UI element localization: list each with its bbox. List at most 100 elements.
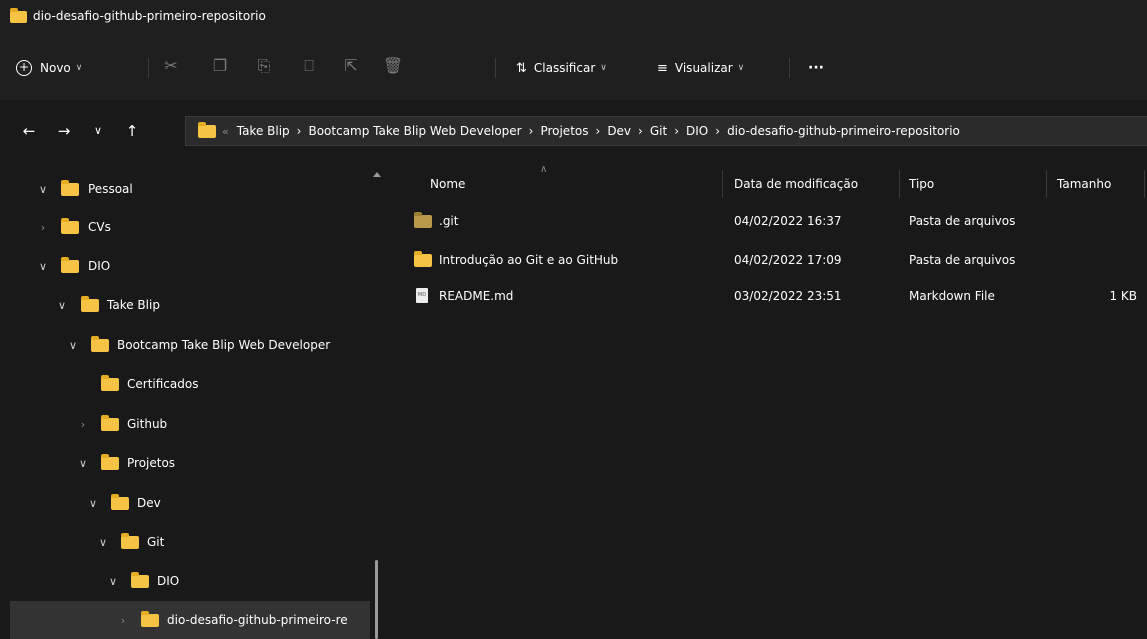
column-divider[interactable] — [1046, 170, 1047, 198]
sort-button[interactable]: ⇅ Classificar ∨ — [516, 54, 607, 82]
sidebar-item-certificados[interactable]: Certificados — [10, 365, 370, 403]
breadcrumb-dev[interactable]: Dev — [607, 124, 631, 138]
sidebar-scrollbar[interactable] — [372, 172, 381, 639]
breadcrumb-current-folder[interactable]: dio-desafio-github-primeiro-repositorio — [727, 124, 960, 138]
command-bar: + Novo ∨ ✂ ❐ ⎘ ⎕ ⇱ 🗑 ⇅ Classificar ∨ ≡ V… — [0, 34, 1147, 101]
breadcrumb-separator-icon[interactable]: › — [529, 124, 534, 138]
sidebar-item-label: Bootcamp Take Blip Web Developer — [117, 338, 331, 352]
sidebar-item-take-blip[interactable]: ∨ Take Blip — [10, 286, 370, 324]
chevron-down-icon[interactable]: ∨ — [36, 260, 50, 273]
sidebar-item-label: Dev — [137, 496, 161, 510]
copy-icon[interactable]: ❐ — [209, 55, 231, 77]
breadcrumb-separator-icon[interactable]: › — [297, 124, 302, 138]
chevron-right-icon[interactable]: › — [36, 221, 50, 234]
sidebar-item-current-repo[interactable]: › dio-desafio-github-primeiro-re — [10, 601, 370, 639]
folder-icon — [131, 572, 149, 588]
chevron-down-icon[interactable]: ∨ — [106, 575, 120, 588]
folder-icon — [198, 121, 216, 138]
file-row[interactable]: .git 04/02/2022 16:37 Pasta de arquivos — [406, 205, 1147, 237]
back-arrow-icon[interactable]: ← — [19, 121, 39, 141]
chevron-down-icon[interactable]: ∨ — [66, 339, 80, 352]
share-icon[interactable]: ⇱ — [340, 55, 362, 77]
sidebar-item-label: DIO — [157, 574, 180, 588]
folder-icon — [141, 611, 159, 627]
sidebar-item-dev[interactable]: ∨ Dev — [10, 484, 370, 522]
forward-arrow-icon[interactable]: → — [54, 121, 74, 141]
chevron-down-icon: ∨ — [75, 63, 83, 73]
delete-icon[interactable]: 🗑 — [382, 55, 404, 77]
sort-ascending-caret-icon: ∧ — [540, 164, 548, 175]
chevron-right-icon[interactable]: › — [76, 418, 90, 431]
breadcrumb-dio[interactable]: DIO — [686, 124, 708, 138]
column-divider[interactable] — [899, 170, 900, 198]
sidebar-item-pessoal[interactable]: ∨ Pessoal — [10, 170, 370, 208]
hidden-path-indicator[interactable]: « — [222, 125, 229, 138]
window-title: dio-desafio-github-primeiro-repositorio — [33, 9, 266, 23]
file-row[interactable]: Introdução ao Git e ao GitHub 04/02/2022… — [406, 244, 1147, 276]
breadcrumb-separator-icon[interactable]: › — [715, 124, 720, 138]
folder-icon — [61, 257, 79, 273]
sidebar-item-projetos[interactable]: ∨ Projetos — [10, 444, 370, 482]
sidebar-item-git[interactable]: ∨ Git — [10, 523, 370, 561]
navigation-bar: ← → ∨ ↑ « Take Blip › Bootcamp Take Blip… — [0, 100, 1147, 160]
scroll-up-arrow-icon[interactable] — [373, 172, 381, 177]
rename-icon[interactable]: ⎕ — [298, 55, 320, 77]
file-name: .git — [439, 214, 459, 228]
plus-circle-icon: + — [16, 60, 32, 76]
toolbar-divider — [495, 58, 496, 78]
file-size — [1057, 244, 1137, 276]
sidebar-item-label: Git — [147, 535, 165, 549]
sidebar-item-github[interactable]: › Github — [10, 405, 370, 443]
folder-icon — [101, 454, 119, 470]
new-button[interactable]: + Novo ∨ — [16, 54, 82, 82]
breadcrumb-projetos[interactable]: Projetos — [540, 124, 588, 138]
folder-icon — [81, 296, 99, 312]
column-header-type[interactable]: Tipo — [909, 170, 934, 198]
column-header-name[interactable]: Nome — [430, 170, 465, 198]
breadcrumb-separator-icon[interactable]: › — [596, 124, 601, 138]
file-type: Pasta de arquivos — [909, 253, 1016, 267]
chevron-down-icon: ∨ — [600, 63, 607, 73]
chevron-down-icon[interactable]: ∨ — [76, 457, 90, 470]
column-divider[interactable] — [1144, 170, 1145, 198]
column-header-modified[interactable]: Data de modificação — [734, 170, 858, 198]
sidebar-item-label: Pessoal — [88, 182, 133, 196]
column-header-size[interactable]: Tamanho — [1057, 170, 1111, 198]
scrollbar-thumb[interactable] — [375, 560, 378, 639]
sort-button-label: Classificar — [533, 61, 596, 75]
file-modified: 04/02/2022 16:37 — [734, 214, 842, 228]
file-row[interactable]: MD README.md 03/02/2022 23:51 Markdown F… — [406, 280, 1147, 312]
sidebar-item-dio-nested[interactable]: ∨ DIO — [10, 562, 370, 600]
chevron-down-icon[interactable]: ∨ — [55, 299, 69, 312]
paste-icon[interactable]: ⎘ — [253, 55, 275, 77]
chevron-right-icon[interactable]: › — [116, 614, 130, 627]
breadcrumb-git[interactable]: Git — [650, 124, 667, 138]
cut-icon[interactable]: ✂ — [160, 55, 182, 77]
sidebar-item-label: dio-desafio-github-primeiro-re — [167, 613, 348, 627]
sidebar-item-bootcamp[interactable]: ∨ Bootcamp Take Blip Web Developer — [10, 326, 370, 364]
breadcrumb-separator-icon[interactable]: › — [674, 124, 679, 138]
chevron-down-icon[interactable]: ∨ — [86, 497, 100, 510]
view-button-label: Visualizar — [674, 61, 733, 75]
sidebar-item-cvs[interactable]: › CVs — [10, 208, 370, 246]
up-arrow-icon[interactable]: ↑ — [122, 121, 142, 141]
view-button[interactable]: ≡ Visualizar ∨ — [657, 54, 744, 82]
new-button-label: Novo — [40, 61, 71, 75]
sidebar-item-label: Projetos — [127, 456, 176, 470]
toolbar-divider — [789, 58, 790, 78]
chevron-down-icon[interactable]: ∨ — [96, 536, 110, 549]
column-divider[interactable] — [722, 170, 723, 198]
file-size: 1 KB — [1109, 289, 1137, 303]
breadcrumb-bootcamp[interactable]: Bootcamp Take Blip Web Developer — [308, 124, 521, 138]
file-type: Pasta de arquivos — [909, 214, 1016, 228]
address-bar[interactable]: « Take Blip › Bootcamp Take Blip Web Dev… — [185, 116, 1147, 146]
recent-locations-chevron-icon[interactable]: ∨ — [88, 121, 108, 141]
sidebar-item-dio[interactable]: ∨ DIO — [10, 247, 370, 285]
breadcrumb-separator-icon[interactable]: › — [638, 124, 643, 138]
folder-icon — [101, 375, 119, 391]
file-name: Introdução ao Git e ao GitHub — [439, 253, 619, 267]
more-options-button[interactable]: ··· — [808, 54, 824, 82]
chevron-down-icon[interactable]: ∨ — [36, 183, 50, 196]
folder-icon — [121, 533, 139, 549]
breadcrumb-take-blip[interactable]: Take Blip — [237, 124, 290, 138]
